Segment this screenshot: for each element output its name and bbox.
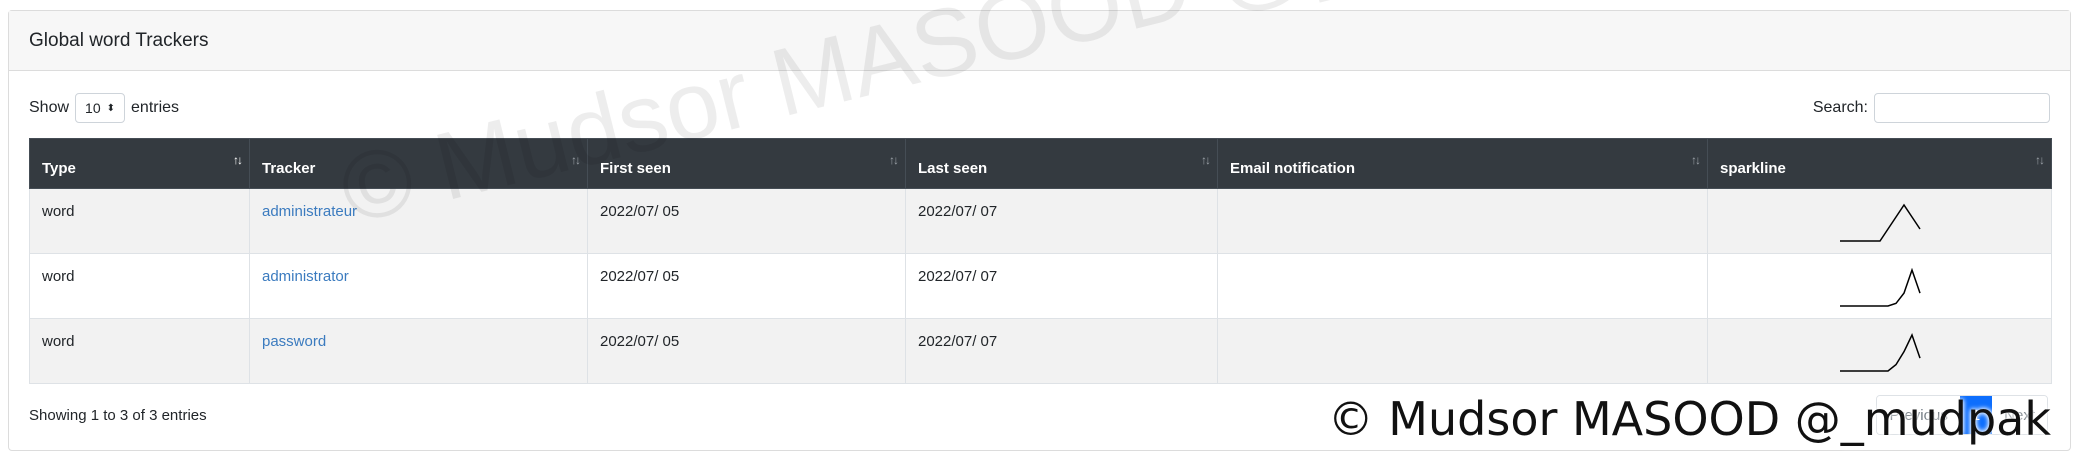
table-row: word password 2022/07/ 05 2022/07/ 07 (29, 318, 2052, 384)
entries-label: entries (131, 99, 180, 116)
watermark-overlay: © Mudsor MASOOD @_mudpak (1327, 392, 2051, 446)
column-header-sparkline[interactable]: sparkline ↑↓ (1707, 138, 2052, 189)
cell-email-notification (1217, 188, 1708, 254)
cell-tracker: password (249, 318, 588, 384)
tracker-link[interactable]: password (262, 333, 326, 350)
cell-last-seen: 2022/07/ 07 (905, 318, 1218, 384)
search-label: Search: (1812, 99, 1868, 116)
table-controls: Show 10 ⬍ entries Search: (29, 91, 2050, 125)
sort-icon: ↑↓ (571, 153, 581, 167)
sort-icon: ↑↓ (233, 153, 243, 167)
search-box: Search: (1813, 93, 2050, 123)
table-row: word administrator 2022/07/ 05 2022/07/ … (29, 253, 2052, 319)
column-header-type[interactable]: Type ↑↓ (29, 138, 250, 189)
cell-type: word (29, 253, 250, 319)
column-header-last-seen[interactable]: Last seen ↑↓ (905, 138, 1218, 189)
sparkline-line (1839, 203, 1921, 242)
sort-icon: ↑↓ (889, 153, 899, 167)
card-title: Global word Trackers (29, 29, 209, 51)
cell-sparkline (1707, 253, 2052, 319)
sort-icon: ↑↓ (1201, 153, 1211, 167)
tracker-link[interactable]: administrator (262, 268, 349, 285)
entries-select-value: 10 (85, 100, 101, 116)
column-header-email-notification[interactable]: Email notification ↑↓ (1217, 138, 1708, 189)
cell-sparkline (1707, 188, 2052, 254)
table-info: Showing 1 to 3 of 3 entries (29, 407, 207, 424)
column-header-first-seen[interactable]: First seen ↑↓ (587, 138, 906, 189)
cell-first-seen: 2022/07/ 05 (587, 188, 906, 254)
cell-first-seen: 2022/07/ 05 (587, 318, 906, 384)
table-row: word administrateur 2022/07/ 05 2022/07/… (29, 188, 2052, 254)
sparkline-chart (1839, 203, 1921, 242)
cell-tracker: administrator (249, 253, 588, 319)
cell-sparkline (1707, 318, 2052, 384)
sparkline-line (1839, 333, 1921, 372)
cell-email-notification (1217, 318, 1708, 384)
cell-first-seen: 2022/07/ 05 (587, 253, 906, 319)
cell-type: word (29, 188, 250, 254)
trackers-card: Global word Trackers Show 10 ⬍ entries S… (8, 10, 2071, 451)
entries-length: Show 10 ⬍ entries (29, 93, 179, 123)
sparkline-chart (1839, 333, 1921, 372)
entries-select[interactable]: 10 ⬍ (75, 93, 126, 123)
show-label: Show (29, 99, 70, 116)
search-input[interactable] (1874, 93, 2050, 123)
cell-tracker: administrateur (249, 188, 588, 254)
tracker-link[interactable]: administrateur (262, 203, 357, 220)
trackers-table: Type ↑↓ Tracker ↑↓ First seen ↑↓ Last seen ↑… (29, 138, 2052, 384)
card-header: Global word Trackers (9, 11, 2070, 71)
cell-email-notification (1217, 253, 1708, 319)
column-header-tracker[interactable]: Tracker ↑↓ (249, 138, 588, 189)
cell-last-seen: 2022/07/ 07 (905, 253, 1218, 319)
sort-icon: ↑↓ (1691, 153, 1701, 167)
cell-type: word (29, 318, 250, 384)
sparkline-line (1839, 268, 1921, 307)
sparkline-chart (1839, 268, 1921, 307)
cell-last-seen: 2022/07/ 07 (905, 188, 1218, 254)
sort-icon: ↑↓ (2035, 153, 2045, 167)
chevron-updown-icon: ⬍ (106, 102, 116, 114)
table-header-row: Type ↑↓ Tracker ↑↓ First seen ↑↓ Last seen ↑… (29, 138, 2052, 189)
